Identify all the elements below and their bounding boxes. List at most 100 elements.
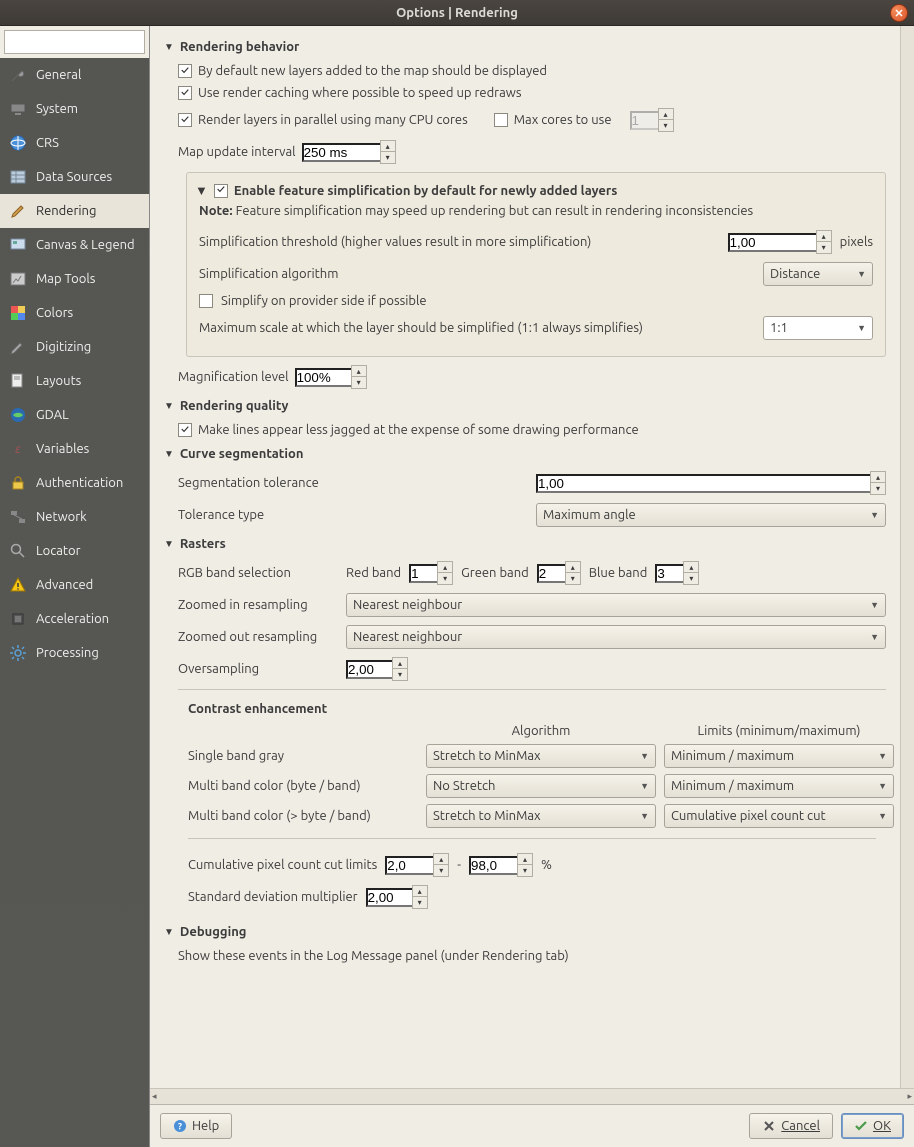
checkbox-provider-simplify[interactable] [199, 294, 213, 308]
contrast-row-label: Single band gray [188, 749, 418, 763]
ok-button[interactable]: OK [841, 1113, 904, 1139]
vertical-scrollbar[interactable] [900, 26, 914, 1088]
threshold-unit: pixels [840, 235, 873, 249]
section-quality-head[interactable]: ▼Rendering quality [164, 393, 886, 419]
chevron-down-icon: ▼ [878, 781, 887, 791]
sidebar-item-label: Network [36, 510, 87, 524]
magnification-label: Magnification level [178, 370, 289, 384]
tol-type-label: Tolerance type [178, 508, 528, 522]
sidebar-item-layouts[interactable]: Layouts [0, 364, 149, 398]
sidebar-item-variables[interactable]: εVariables [0, 432, 149, 466]
checkbox-antialias[interactable] [178, 423, 192, 437]
wrench-icon [8, 65, 28, 85]
sidebar-item-maptools[interactable]: Map Tools [0, 262, 149, 296]
red-band-label: Red band [346, 566, 401, 580]
checkbox-render-caching[interactable] [178, 86, 192, 100]
sidebar-item-crs[interactable]: CRS [0, 126, 149, 160]
checkbox-simplify-enable[interactable] [214, 184, 228, 198]
algo-select[interactable]: Distance▼ [763, 262, 873, 286]
checkbox-parallel[interactable] [178, 113, 192, 127]
threshold-spin[interactable]: ▴▾ [728, 230, 832, 254]
sidebar-item-label: Map Tools [36, 272, 95, 286]
close-button[interactable] [890, 4, 908, 22]
cum-low-spin[interactable]: ▴▾ [385, 853, 449, 877]
contrast-limits-select[interactable]: Cumulative pixel count cut▼ [664, 804, 894, 828]
contrast-algo-select[interactable]: No Stretch▼ [426, 774, 656, 798]
red-band-spin[interactable]: ▴▾ [409, 561, 453, 585]
sidebar-item-locator[interactable]: Locator [0, 534, 149, 568]
spin-down-icon[interactable]: ▾ [659, 120, 673, 131]
spin-up-icon[interactable]: ▴ [381, 141, 395, 152]
help-button[interactable]: ?Help [160, 1113, 232, 1139]
sidebar-item-accel[interactable]: Acceleration [0, 602, 149, 636]
sidebar-item-digitizing[interactable]: Digitizing [0, 330, 149, 364]
section-debug-head[interactable]: ▼Debugging [164, 919, 886, 945]
scroll-right-icon[interactable]: ▸ [907, 1091, 912, 1102]
zoomedout-select[interactable]: Nearest neighbour▼ [346, 625, 886, 649]
sidebar-item-label: Authentication [36, 476, 123, 490]
sidebar-item-canvas[interactable]: Canvas & Legend [0, 228, 149, 262]
sidebar-item-label: GDAL [36, 408, 69, 422]
cancel-button[interactable]: Cancel [749, 1113, 833, 1139]
sidebar-item-general[interactable]: General [0, 58, 149, 92]
section-rasters-head[interactable]: ▼ Rasters [164, 531, 886, 557]
horizontal-scrollbar[interactable]: ◂▸ [150, 1088, 914, 1104]
blue-band-spin[interactable]: ▴▾ [655, 561, 699, 585]
checkbox-default-display[interactable] [178, 64, 192, 78]
sidebar-item-processing[interactable]: Processing [0, 636, 149, 670]
search-input[interactable] [4, 30, 145, 54]
sidebar-item-system[interactable]: System [0, 92, 149, 126]
sidebar-item-gdal[interactable]: GDAL [0, 398, 149, 432]
zoomedin-label: Zoomed in resampling [178, 598, 338, 612]
provider-label: Simplify on provider side if possible [221, 294, 427, 308]
antialias-label: Make lines appear less jagged at the exp… [198, 423, 639, 437]
sidebar-item-rendering[interactable]: Rendering [0, 194, 149, 228]
sidebar-item-datasources[interactable]: Data Sources [0, 160, 149, 194]
layout-icon [8, 371, 28, 391]
spin-down-icon[interactable]: ▾ [381, 152, 395, 163]
tol-type-select[interactable]: Maximum angle▼ [536, 503, 886, 527]
section-title: Curve segmentation [180, 447, 304, 461]
content-area: ▼Rendering behavior By default new layer… [150, 26, 900, 1088]
maxscale-select[interactable]: 1:1▼ [763, 316, 873, 340]
spin-up-icon[interactable]: ▴ [659, 109, 673, 120]
scroll-left-icon[interactable]: ◂ [152, 1091, 157, 1102]
threshold-label: Simplification threshold (higher values … [199, 235, 591, 249]
sidebar-item-label: Locator [36, 544, 81, 558]
max-cores-label: Max cores to use [514, 113, 612, 127]
sidebar-item-advanced[interactable]: Advanced [0, 568, 149, 602]
contrast-algo-select[interactable]: Stretch to MinMax▼ [426, 744, 656, 768]
magnification-spin[interactable]: ▴▾ [295, 365, 367, 389]
checkbox-max-cores[interactable] [494, 113, 508, 127]
zoomedin-select[interactable]: Nearest neighbour▼ [346, 593, 886, 617]
divider [188, 838, 876, 839]
section-title: Rasters [180, 537, 226, 551]
contrast-algo-select[interactable]: Stretch to MinMax▼ [426, 804, 656, 828]
search-icon [8, 541, 28, 561]
section-curve-head[interactable]: ▼Curve segmentation [164, 441, 886, 467]
sidebar-item-label: Advanced [36, 578, 93, 592]
sidebar-item-auth[interactable]: Authentication [0, 466, 149, 500]
stddev-spin[interactable]: ▴▾ [366, 885, 428, 909]
map-update-label: Map update interval [178, 145, 296, 159]
sidebar-item-network[interactable]: Network [0, 500, 149, 534]
max-cores-spin[interactable]: ▴▾ [630, 108, 674, 132]
sidebar-item-colors[interactable]: Colors [0, 296, 149, 330]
chevron-down-icon: ▼ [878, 751, 887, 761]
seg-tol-spin[interactable]: ▴▾ [536, 471, 886, 495]
chevron-down-icon: ▼ [164, 538, 174, 550]
cum-high-spin[interactable]: ▴▾ [469, 853, 533, 877]
map-update-spin[interactable]: ▴▾ [302, 140, 396, 164]
green-band-spin[interactable]: ▴▾ [537, 561, 581, 585]
close-icon [895, 9, 903, 17]
sidebar-item-label: System [36, 102, 78, 116]
section-title: Debugging [180, 925, 247, 939]
globe-icon [8, 133, 28, 153]
network-icon [8, 507, 28, 527]
canvas-icon [8, 235, 28, 255]
section-behavior-head[interactable]: ▼Rendering behavior [164, 34, 886, 60]
oversamp-spin[interactable]: ▴▾ [346, 657, 408, 681]
window-title: Options | Rendering [396, 6, 518, 20]
contrast-limits-select[interactable]: Minimum / maximum▼ [664, 744, 894, 768]
contrast-limits-select[interactable]: Minimum / maximum▼ [664, 774, 894, 798]
